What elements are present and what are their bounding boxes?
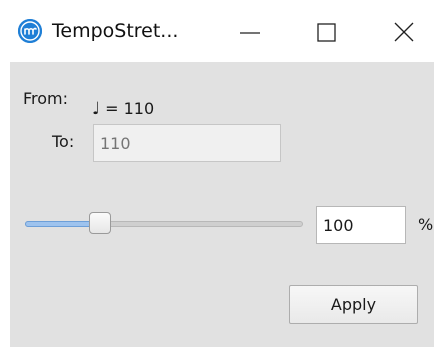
percent-input[interactable] bbox=[316, 206, 406, 244]
title-bar[interactable]: TempoStret... bbox=[0, 0, 444, 62]
to-tempo-input[interactable] bbox=[93, 124, 281, 162]
slider-thumb[interactable] bbox=[89, 212, 111, 234]
maximize-icon bbox=[317, 23, 336, 42]
from-tempo-text: = 110 bbox=[100, 99, 155, 118]
from-tempo-value: ♩ = 110 bbox=[92, 99, 154, 119]
apply-button[interactable]: Apply bbox=[289, 285, 418, 324]
stretch-slider[interactable] bbox=[25, 212, 303, 236]
close-button[interactable] bbox=[382, 10, 426, 54]
dialog-body: From: ♩ = 110 To: % Apply bbox=[10, 62, 434, 347]
percent-unit-label: % bbox=[418, 215, 434, 234]
close-icon bbox=[394, 22, 414, 42]
tempo-stretcher-window: TempoStret... From: ♩ = 110 To: 110 100 … bbox=[0, 0, 444, 347]
minimize-icon bbox=[240, 32, 260, 34]
window-title: TempoStret... bbox=[52, 20, 179, 42]
from-label: From: bbox=[23, 89, 69, 108]
to-label: To: bbox=[52, 132, 75, 151]
musescore-logo-icon bbox=[18, 19, 42, 43]
quarter-note-icon: ♩ bbox=[92, 99, 101, 119]
maximize-button[interactable] bbox=[305, 10, 349, 54]
minimize-button[interactable] bbox=[228, 10, 272, 54]
